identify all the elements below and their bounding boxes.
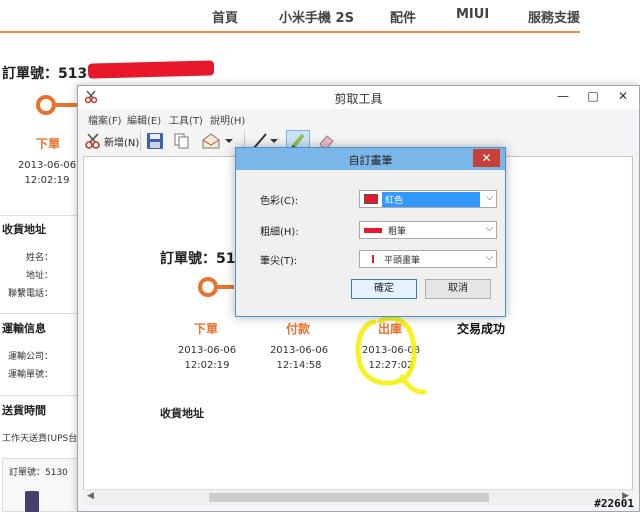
order-step-label: 下單	[36, 137, 61, 151]
tip-select[interactable]: 平頭畫筆 ⌵	[359, 250, 497, 268]
order-summary-number: 訂單號：5130	[9, 468, 68, 478]
field-carrier-label: 運輸公司：	[8, 352, 54, 362]
order-step-date-value: 2013-06-06	[17, 160, 77, 171]
nav-mi2s[interactable]: 小米手機 2S	[279, 7, 354, 26]
divider	[0, 313, 80, 314]
thickness-swatch-icon	[364, 227, 382, 233]
order-step-date: 2013-06-06 12:02:19	[17, 158, 77, 188]
canvas-progress-dot	[198, 277, 218, 297]
canvas-step-paid-date: 2013-06-06 12:14:58	[264, 343, 334, 373]
minimize-button[interactable]: —	[549, 86, 577, 106]
horizontal-scrollbar[interactable]: ◀ ▶	[83, 489, 633, 505]
color-label: 色彩(C):	[260, 196, 299, 207]
cancel-button[interactable]: 取消	[425, 279, 491, 299]
dialog-close-button[interactable]: ✕	[473, 149, 500, 167]
color-select[interactable]: 紅色 ⌵	[359, 190, 497, 208]
chevron-down-icon: ⌵	[486, 224, 493, 234]
divider	[0, 395, 80, 396]
tip-label: 筆尖(T):	[260, 256, 298, 267]
shipping-section-title: 運輸信息	[2, 322, 46, 335]
menu-edit[interactable]: 編輯(E)	[127, 112, 161, 127]
ok-button[interactable]: 確定	[351, 279, 417, 299]
color-swatch-icon	[364, 194, 378, 204]
dialog-titlebar[interactable]: 自訂畫筆 ✕	[236, 148, 505, 170]
field-name-label: 姓名：	[26, 253, 54, 263]
nav-home[interactable]: 首頁	[212, 7, 238, 26]
canvas-step-placed-label: 下單	[194, 322, 219, 336]
order-number-title: 訂單號：513	[2, 66, 88, 82]
thickness-select[interactable]: 粗筆 ⌵	[359, 221, 497, 239]
order-step-time-value: 12:02:19	[24, 175, 70, 186]
site-nav: 首頁 小米手機 2S 配件 MIUI 服務支援	[0, 0, 580, 33]
canvas-progress-line	[218, 285, 234, 289]
menu-help[interactable]: 說明(H)	[210, 112, 245, 127]
scroll-left-icon[interactable]: ◀	[87, 491, 94, 501]
chevron-down-icon: ⌵	[486, 193, 493, 203]
order-progress-dot	[36, 95, 56, 115]
snip-titlebar[interactable]: 剪取工具 — □ ✕	[78, 86, 639, 109]
send-mail-icon	[202, 133, 220, 149]
canvas-step-placed-date-value: 2013-06-06	[177, 345, 237, 356]
toolbar-separator	[140, 131, 141, 151]
canvas-step-paid-label: 付款	[286, 322, 311, 336]
chevron-down-icon	[225, 139, 233, 143]
delivery-section-title: 送貨時間	[2, 404, 46, 417]
chevron-down-icon: ⌵	[486, 253, 493, 263]
order-progress-line	[56, 103, 78, 107]
field-address-label: 地址：	[26, 271, 54, 281]
thickness-select-value: 粗筆	[388, 226, 407, 237]
canvas-recv-title: 收貨地址	[160, 407, 204, 420]
canvas-order-title: 訂單號：51	[160, 251, 236, 267]
close-button[interactable]: ✕	[609, 86, 637, 106]
custom-pen-dialog: 自訂畫筆 ✕ 色彩(C): 紅色 ⌵ 粗細(H): 粗筆 ⌵ 筆尖(T): 平頭…	[235, 147, 506, 317]
nav-accessories[interactable]: 配件	[390, 7, 416, 26]
image-watermark-number: #22601	[594, 497, 634, 510]
menu-file[interactable]: 檔案(F)	[88, 112, 122, 127]
nav-miui[interactable]: MIUI	[456, 7, 489, 22]
chevron-down-icon	[270, 139, 278, 143]
canvas-step-complete-label: 交易成功	[457, 322, 506, 336]
maximize-button[interactable]: □	[579, 86, 607, 106]
menu-tools[interactable]: 工具(T)	[169, 112, 203, 127]
new-snip-label: 新增(N)	[104, 137, 140, 149]
divider	[0, 215, 80, 216]
canvas-step-paid-time-value: 12:14:58	[276, 360, 322, 371]
canvas-step-placed-date: 2013-06-06 12:02:19	[172, 343, 242, 373]
field-tracking-label: 運輸單號：	[8, 370, 54, 380]
color-select-value: 紅色	[382, 191, 480, 207]
copy-button[interactable]	[173, 130, 191, 152]
redaction-mark	[87, 60, 215, 79]
thickness-label: 粗細(H):	[260, 227, 299, 238]
nav-support[interactable]: 服務支援	[528, 7, 580, 26]
send-snip-button[interactable]	[201, 130, 233, 152]
save-disk-icon	[147, 133, 163, 149]
scissors-icon	[85, 133, 100, 149]
canvas-step-paid-date-value: 2013-06-06	[269, 345, 329, 356]
dialog-title: 自訂畫筆	[348, 154, 393, 167]
address-section-title: 收貨地址	[2, 223, 46, 236]
copy-icon	[174, 133, 189, 149]
order-summary-panel: 訂單號：5130	[2, 458, 82, 512]
new-snip-button[interactable]: 新增(N)	[84, 130, 139, 152]
field-phone-label: 聯繫電話：	[8, 289, 54, 299]
scroll-thumb[interactable]	[209, 493, 489, 502]
canvas-step-placed-time-value: 12:02:19	[184, 360, 230, 371]
phone-thumbnail	[25, 491, 39, 512]
tip-select-value: 平頭畫筆	[384, 255, 421, 266]
highlighter-stroke	[355, 315, 427, 395]
menu-bar: 檔案(F) 編輯(E) 工具(T) 說明(H)	[78, 109, 639, 127]
tip-swatch-icon	[372, 255, 374, 263]
delivery-text: 工作天送貨(UPS台	[2, 434, 78, 444]
save-button[interactable]	[146, 130, 164, 152]
